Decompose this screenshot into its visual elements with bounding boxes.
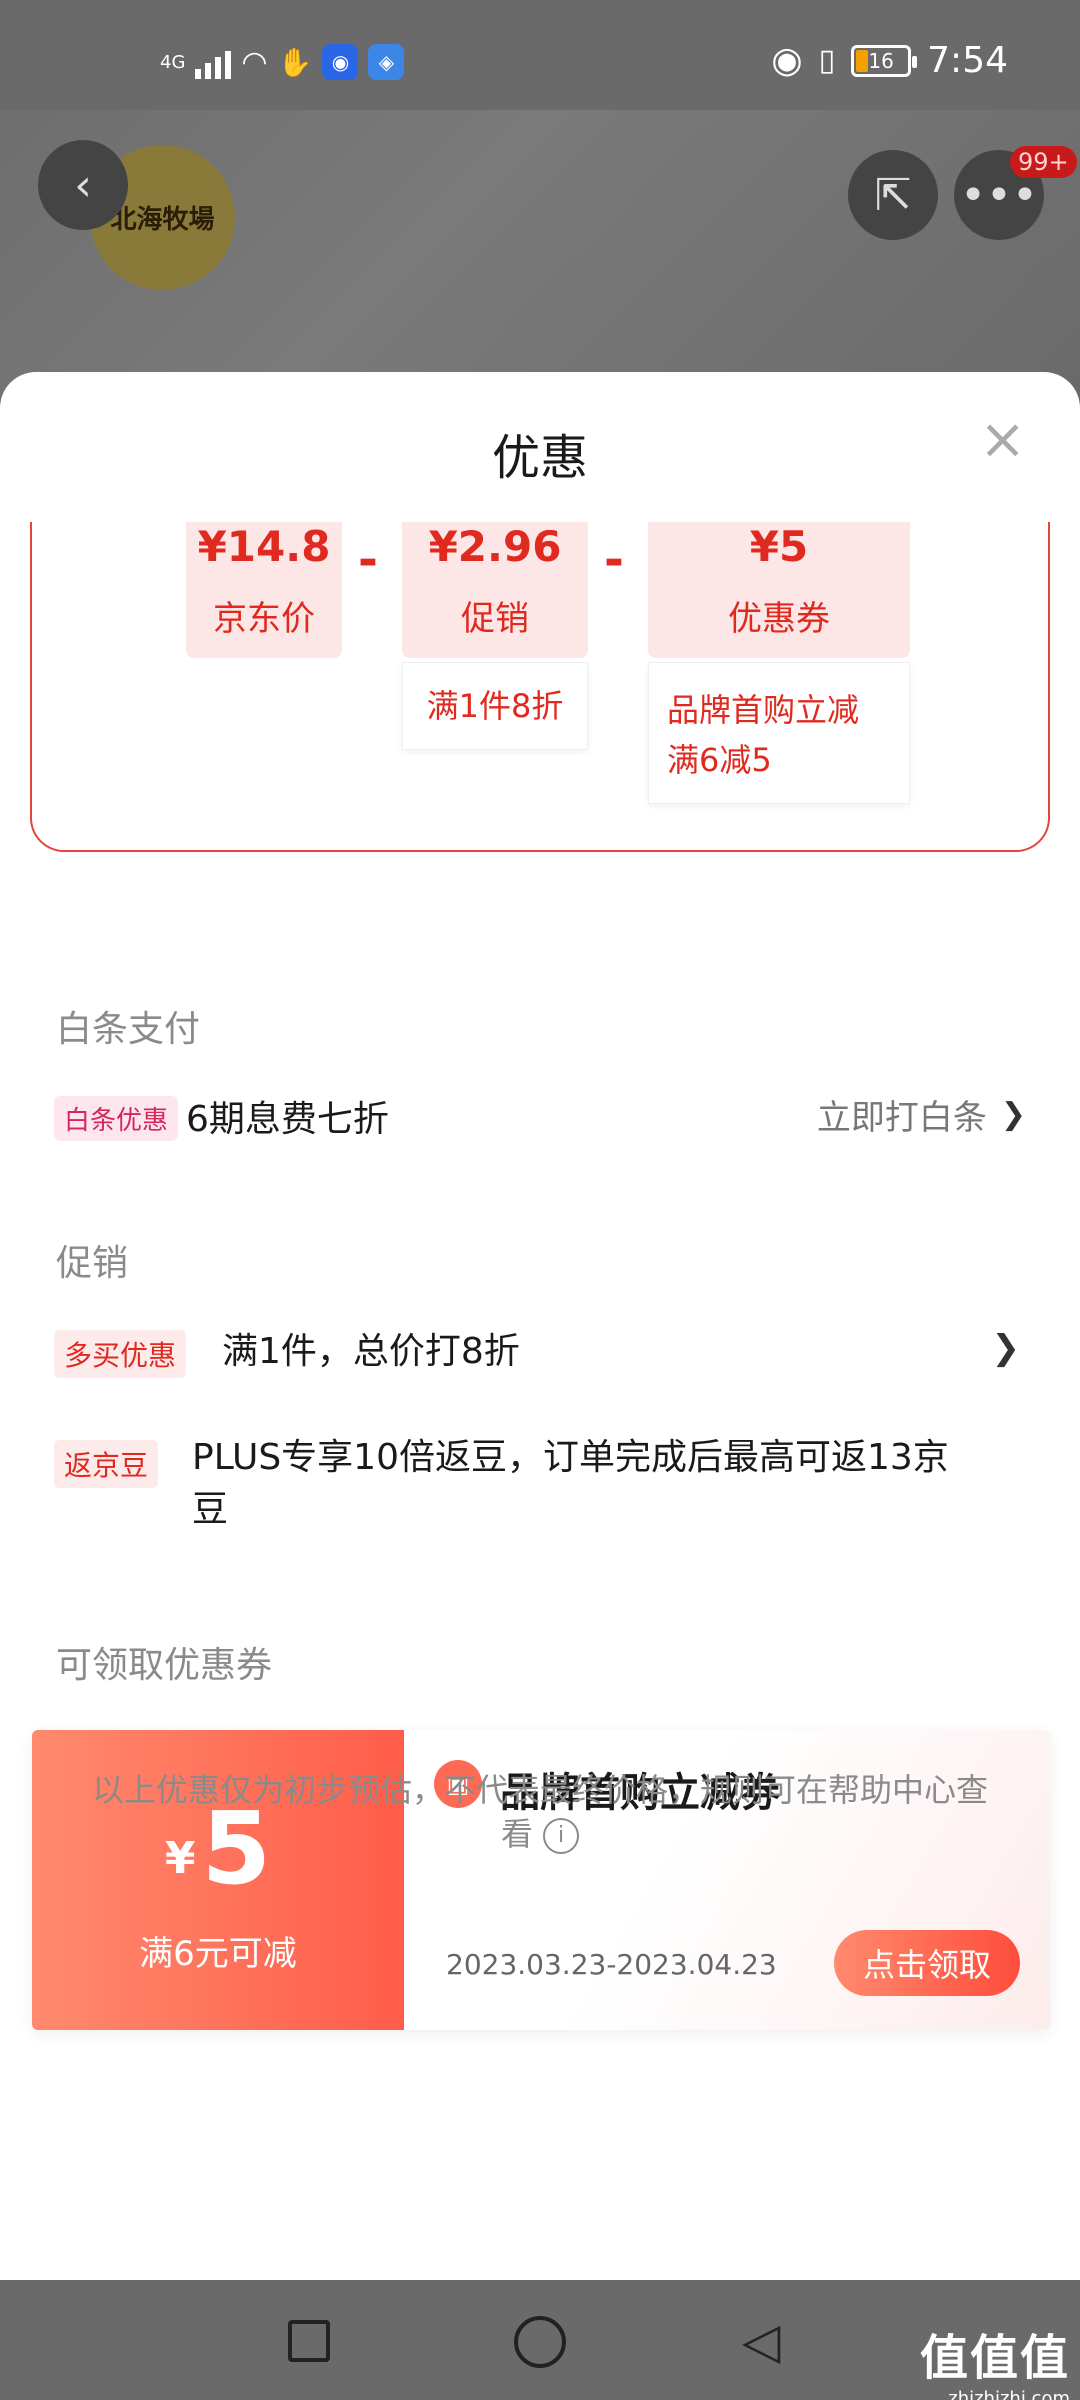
- jingdou-text: PLUS专享10倍返豆，订单完成后最高可返13京 豆: [192, 1432, 949, 1536]
- watermark-logo: 值值值: [919, 2330, 1070, 2386]
- status-right-icons: ◉ ▯ 16 7:54: [771, 40, 1008, 81]
- share-icon: ⇱: [874, 169, 912, 221]
- coupon-detail-line1: 品牌首购立减: [667, 691, 860, 729]
- share-button[interactable]: ⇱: [848, 150, 938, 240]
- close-button[interactable]: ×: [979, 412, 1026, 468]
- info-icon[interactable]: i: [543, 1818, 579, 1854]
- multibuy-tag: 多买优惠: [54, 1330, 187, 1378]
- multibuy-text: 满1件，总价打8折: [222, 1331, 520, 1372]
- hand-icon: ✋: [277, 45, 313, 79]
- message-badge: 99+: [1010, 146, 1077, 178]
- baitiao-text: 6期息费七折: [186, 1099, 389, 1140]
- clock: 7:54: [927, 40, 1008, 81]
- coupon-validity: 2023.03.23-2023.04.23: [446, 1948, 777, 1981]
- network-type: 4G: [160, 51, 186, 73]
- disclaimer-line2-wrap: 看i: [70, 1812, 1010, 1856]
- coupon-amount: ¥5: [749, 522, 809, 571]
- recents-button[interactable]: [288, 2320, 330, 2362]
- app-notification-icon: ◈: [368, 44, 405, 80]
- disclaimer-line1: 以上优惠仅为初步预估，不代表最终价格，规则可在帮助中心查: [91, 1771, 988, 1809]
- product-header-dimmed: 北海牧場 ‹ ⇱ ••• 99+: [0, 110, 1080, 400]
- status-bar: 4G ◠ ✋ ◉ ◈ ◉ ▯ 16 7:54: [0, 0, 1080, 110]
- discount-sheet: 优惠 × ¥14.8 京东价 - ¥2.96 促销 满1件8折 - ¥5 优惠券…: [0, 372, 1080, 2280]
- disclaimer-line2: 看: [500, 1815, 533, 1853]
- signal-icon: [195, 45, 232, 79]
- baitiao-tag: 白条优惠: [54, 1096, 179, 1141]
- promotion-section-title: 促销: [56, 1243, 129, 1284]
- jd-price-chip: ¥14.8 京东价: [186, 522, 342, 658]
- eye-icon: ◉: [771, 40, 803, 81]
- promotion-row-multibuy[interactable]: 多买优惠 满1件，总价打8折 ❯: [0, 1322, 1080, 1382]
- coupon-detail-line2: 满6减5: [667, 741, 772, 779]
- baitiao-action[interactable]: 立即打白条 ❯: [817, 1090, 1026, 1139]
- promo-amount: ¥2.96: [428, 522, 562, 571]
- baitiao-action-label: 立即打白条: [816, 1098, 987, 1138]
- jingdou-text-line1: PLUS专享10倍返豆，订单完成后最高可返13京: [192, 1437, 949, 1478]
- claim-coupon-button[interactable]: 点击领取: [834, 1930, 1020, 1996]
- wifi-icon: ◠: [241, 44, 268, 80]
- disclaimer: 以上优惠仅为初步预估，不代表最终价格，规则可在帮助中心查 看i: [70, 1768, 1010, 1856]
- system-nav-bar: ◁: [0, 2280, 1080, 2400]
- watermark-url: zhizhizhi.com: [948, 2388, 1070, 2400]
- chevron-right-icon: ❯: [1000, 1097, 1026, 1132]
- promo-label: 促销: [461, 599, 529, 639]
- sheet-title: 优惠: [491, 430, 588, 486]
- promo-detail: 满1件8折: [402, 662, 588, 750]
- coupon-condition: 满6元可减: [139, 1934, 297, 1974]
- minus-sign: -: [604, 532, 624, 588]
- chevron-left-icon: ‹: [74, 159, 92, 211]
- promo-chip: ¥2.96 促销: [402, 522, 588, 658]
- status-left-icons: 4G ◠ ✋ ◉ ◈: [160, 44, 405, 80]
- battery-icon: 16: [851, 44, 918, 77]
- chevron-right-icon: ❯: [991, 1328, 1021, 1368]
- vibrate-icon: ▯: [818, 43, 836, 78]
- jd-price-amount: ¥14.8: [197, 522, 331, 571]
- coupon-chip: ¥5 优惠券: [648, 522, 910, 658]
- jd-price-label: 京东价: [213, 599, 315, 639]
- jingdou-tag: 返京豆: [54, 1440, 159, 1488]
- watermark: 值值值 zhizhizhi.com: [920, 2318, 1070, 2400]
- coupon-label: 优惠券: [728, 599, 830, 639]
- baitiao-section-title: 白条支付: [56, 1009, 201, 1050]
- coupons-section-title: 可领取优惠券: [56, 1645, 273, 1686]
- back-button[interactable]: ‹: [38, 140, 128, 230]
- promotion-row-jingdou: 返京豆 PLUS专享10倍返豆，订单完成后最高可返13京 豆: [0, 1432, 1080, 1542]
- close-icon: ×: [979, 407, 1026, 472]
- minus-sign: -: [358, 532, 378, 588]
- home-button[interactable]: [514, 2316, 566, 2368]
- back-nav-button[interactable]: ◁: [742, 2316, 780, 2366]
- coupon-detail: 品牌首购立减 满6减5: [648, 662, 910, 804]
- bulb-app-icon: ◉: [322, 44, 359, 80]
- jingdou-text-line2: 豆: [192, 1489, 229, 1530]
